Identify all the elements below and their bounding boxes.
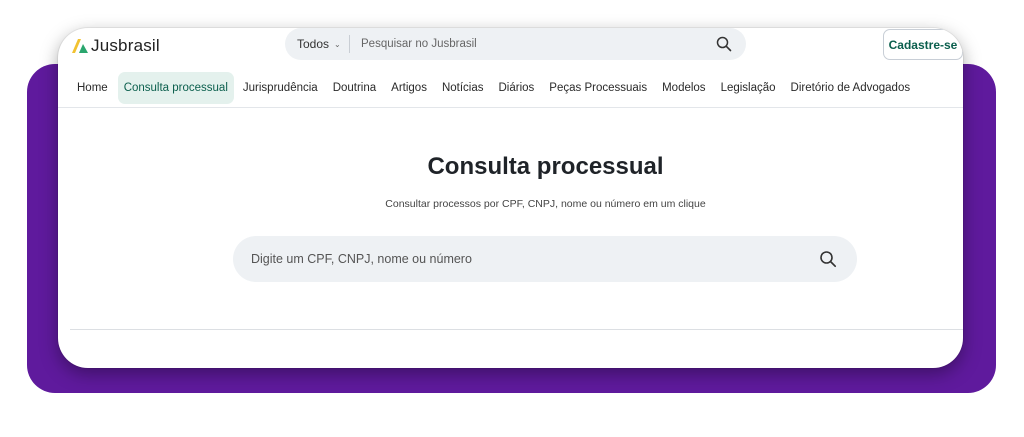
nav-item-noticias[interactable]: Notícias — [436, 72, 490, 104]
nav-item-jurisprudencia[interactable]: Jurisprudência — [237, 72, 324, 104]
brand-name: Jusbrasil — [91, 36, 160, 55]
process-search-input[interactable]: Digite um CPF, CNPJ, nome ou número — [233, 252, 819, 266]
nav-item-artigos[interactable]: Artigos — [385, 72, 433, 104]
jusbrasil-logo-icon — [72, 39, 88, 53]
nav-item-diretorio-advogados[interactable]: Diretório de Advogados — [785, 72, 917, 104]
search-icon[interactable] — [819, 250, 837, 268]
search-icon[interactable] — [716, 36, 732, 52]
top-search-bar: Todos ⌄ Pesquisar no Jusbrasil — [285, 28, 746, 60]
browser-window: Jusbrasil Todos ⌄ Pesquisar no Jusbrasil… — [58, 28, 963, 368]
jusbrasil-logo[interactable]: Jusbrasil — [71, 34, 160, 58]
section-divider — [70, 329, 963, 330]
scope-select[interactable]: Todos ⌄ — [285, 37, 349, 51]
page-title: Consulta processual — [427, 153, 664, 180]
nav-item-consulta-processual[interactable]: Consulta processual — [117, 72, 234, 104]
signup-button[interactable]: Cadastre-se — [883, 29, 963, 60]
top-search-input[interactable]: Pesquisar no Jusbrasil — [361, 38, 716, 50]
process-search-bar: Digite um CPF, CNPJ, nome ou número — [233, 236, 857, 282]
search-divider — [349, 35, 350, 53]
nav-item-diarios[interactable]: Diários — [493, 72, 541, 104]
scope-label: Todos — [297, 37, 330, 51]
nav-item-pecas-processuais[interactable]: Peças Processuais — [543, 72, 653, 104]
nav-item-home[interactable]: Home — [71, 72, 114, 104]
nav-item-doutrina[interactable]: Doutrina — [327, 72, 382, 104]
main-nav: Home Consulta processual Jurisprudência … — [58, 71, 963, 105]
nav-item-modelos[interactable]: Modelos — [656, 72, 711, 104]
page-subtitle: Consultar processos por CPF, CNPJ, nome … — [385, 198, 706, 210]
nav-item-legislacao[interactable]: Legislação — [715, 72, 782, 104]
chevron-down-icon: ⌄ — [334, 39, 341, 49]
nav-divider — [58, 107, 963, 108]
